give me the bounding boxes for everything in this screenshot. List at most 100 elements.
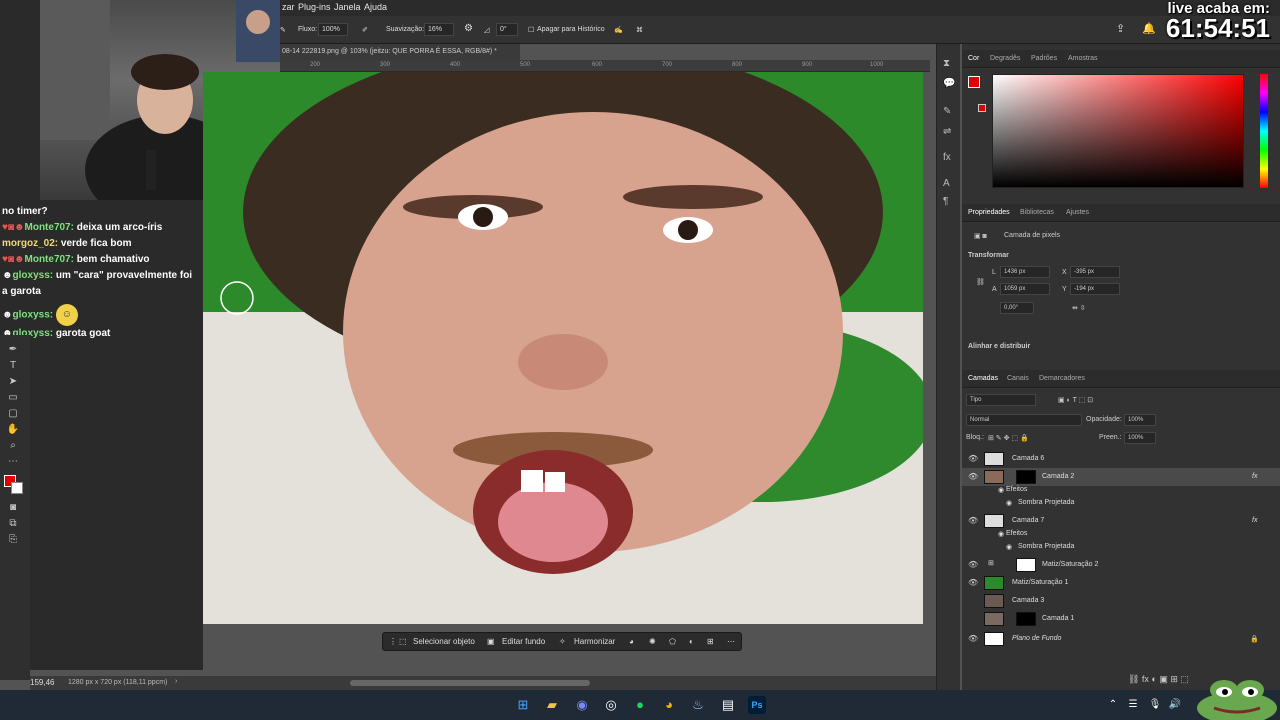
layer-effect-row[interactable]: ◉ Sombra Projetada [962, 541, 1280, 555]
harmonize-button[interactable]: Harmonizar [574, 637, 615, 646]
brush-icon[interactable]: ✎ [280, 26, 286, 34]
layer-row[interactable]: 👁 Matiz/Saturação 1 [962, 574, 1280, 592]
type-tool-icon[interactable]: T [6, 359, 20, 373]
hand-tool-icon[interactable]: ✋ [6, 423, 20, 437]
pressure-icon[interactable]: ✍ [614, 26, 623, 34]
obs-icon[interactable]: ◎ [602, 696, 620, 714]
tab-properties[interactable]: Propriedades [968, 209, 1010, 216]
edit-background-button[interactable]: Editar fundo [502, 637, 545, 646]
layer-mask-thumbnail[interactable] [1016, 612, 1036, 626]
layer-row[interactable]: 👁 ⊞ Matiz/Saturação 2 [962, 556, 1280, 574]
eye-icon[interactable]: 👁 [968, 634, 978, 643]
layer-effects-row[interactable]: ◉ Efeitos [962, 484, 1280, 498]
layer-row[interactable]: Camada 1 [962, 610, 1280, 628]
select-object-button[interactable]: Selecionar objeto [413, 637, 475, 646]
app-icon[interactable]: ▤ [719, 696, 737, 714]
eye-icon[interactable]: 👁 [968, 578, 978, 587]
history-icon[interactable]: ⧗ [943, 58, 950, 69]
drag-handle-icon[interactable]: ⋮ [389, 637, 397, 646]
lock-icon[interactable]: 🔒 [1250, 635, 1259, 643]
adjust-icon[interactable]: ◐ [689, 637, 694, 646]
effects-eye-icon[interactable]: ◉ [998, 530, 1004, 538]
layer-effects-row[interactable]: ◉ Efeitos [962, 528, 1280, 542]
airbrush-icon[interactable]: ✐ [362, 26, 368, 34]
fill-input[interactable]: 100% [1124, 432, 1156, 444]
symmetry-icon[interactable]: ⌘ [636, 26, 643, 34]
y-input[interactable]: -194 px [1070, 283, 1120, 295]
effects-eye-icon[interactable]: ◉ [998, 486, 1004, 494]
angle-input[interactable]: 0,00° [1000, 302, 1034, 314]
layer-row[interactable]: 👁 Camada 6 [962, 450, 1280, 468]
gear-icon[interactable]: ⚙ [464, 23, 473, 34]
x-input[interactable]: -395 px [1070, 266, 1120, 278]
effect-eye-icon[interactable]: ◉ [1006, 499, 1012, 507]
tab-color[interactable]: Cor [968, 55, 979, 62]
wifi-icon[interactable]: ☰ [1124, 696, 1142, 714]
align-section-title[interactable]: Alinhar e distribuir [968, 343, 1030, 350]
path-select-icon[interactable]: ➤ [6, 375, 20, 389]
blend-mode-select[interactable]: Normal [966, 414, 1082, 426]
menu-item-plugins[interactable]: Plug-ins [298, 2, 331, 12]
horizontal-scrollbar[interactable] [350, 680, 590, 686]
link-icon[interactable]: ⛓ [976, 278, 985, 286]
fx-icon[interactable]: fx [1252, 517, 1257, 524]
edit-toolbar-icon[interactable]: ⎘ [6, 533, 20, 547]
screen-mode-icon[interactable]: ⧉ [6, 517, 20, 531]
comments-icon[interactable]: 💬 [943, 78, 955, 89]
share-icon[interactable]: ⇪ [1116, 22, 1125, 35]
tab-patterns[interactable]: Padrões [1031, 55, 1057, 62]
menu-item-window[interactable]: Janela [334, 2, 361, 12]
chevron-right-icon[interactable]: › [175, 678, 177, 685]
layer-mask-thumbnail[interactable] [1016, 558, 1036, 572]
zoom-level[interactable]: 159,46 [30, 678, 54, 687]
discord-icon[interactable]: ◉ [573, 696, 591, 714]
tab-swatches[interactable]: Amostras [1068, 55, 1098, 62]
photoshop-icon[interactable]: Ps [748, 696, 766, 714]
rectangle-tool-icon[interactable]: ▭ [6, 391, 20, 405]
tab-gradients[interactable]: Degradês [990, 55, 1020, 62]
layer-row[interactable]: Camada 3 [962, 592, 1280, 610]
layer-row[interactable]: 👁 Plano de Fundo 🔒 [962, 630, 1280, 648]
chevron-up-icon[interactable]: ⌃ [1104, 696, 1122, 714]
steam-icon[interactable]: ♨ [689, 696, 707, 714]
effect-eye-icon[interactable]: ◉ [1006, 543, 1012, 551]
color-picker-field[interactable] [992, 74, 1244, 188]
flip-icons[interactable]: ⇹ ⇳ [1072, 304, 1086, 312]
layer-actions-icons[interactable]: ⛓ fx ◐ ▣ ⊞ ⬚ [1128, 674, 1189, 685]
mask-icon[interactable]: ◕ [629, 637, 634, 646]
chrome-icon[interactable]: ◕ [660, 696, 678, 714]
lock-icons[interactable]: ⊞ ✎ ✥ ⬚ 🔒 [988, 434, 1029, 442]
character-icon[interactable]: A [943, 178, 950, 189]
file-explorer-icon[interactable]: ▰ [543, 696, 561, 714]
zoom-tool-icon[interactable]: ⌕ [6, 439, 20, 453]
smoothing-input[interactable]: 16% [424, 23, 454, 36]
more-options-icon[interactable]: ⋯ [727, 637, 735, 646]
erase-history-checkbox[interactable]: ☐ [528, 26, 534, 34]
windows-start-icon[interactable]: ⊞ [514, 696, 532, 714]
adjustments-icon[interactable]: ⇌ [943, 126, 951, 137]
background-color-swatch[interactable] [11, 482, 23, 494]
layer-filter-icons[interactable]: ▣ ◐ T ⬚ ⊡ [1058, 396, 1093, 404]
volume-icon[interactable]: 🔊 [1166, 696, 1184, 714]
transform-section-title[interactable]: Transformar [968, 252, 1009, 259]
height-input[interactable]: 1059 px [1000, 283, 1050, 295]
sparkle-icon[interactable]: ✺ [649, 637, 656, 646]
image-canvas[interactable] [203, 72, 923, 624]
menu-item-edit[interactable]: zar [282, 2, 295, 12]
eye-icon[interactable]: 👁 [968, 454, 978, 463]
angle-input[interactable]: 0° [496, 23, 518, 36]
image-icon[interactable]: ⊞ [707, 637, 714, 646]
layer-effect-row[interactable]: ◉ Sombra Projetada [962, 497, 1280, 511]
tab-libraries[interactable]: Bibliotecas [1020, 209, 1054, 216]
tab-layers[interactable]: Camadas [968, 375, 998, 382]
eye-icon[interactable]: 👁 [968, 560, 978, 569]
flow-input[interactable]: 100% [318, 23, 348, 36]
layer-mask-thumbnail[interactable] [1016, 470, 1036, 484]
opacity-input[interactable]: 100% [1124, 414, 1156, 426]
eye-icon[interactable]: 👁 [968, 516, 978, 525]
fx-icon[interactable]: fx [943, 152, 951, 163]
hue-slider[interactable] [1260, 74, 1268, 188]
fx-icon[interactable]: fx [1252, 473, 1257, 480]
document-tab[interactable]: 08-14 222819.png @ 103% (jeitzu: QUE POR… [280, 44, 520, 60]
pen-tool-icon[interactable]: ✒ [6, 343, 20, 357]
